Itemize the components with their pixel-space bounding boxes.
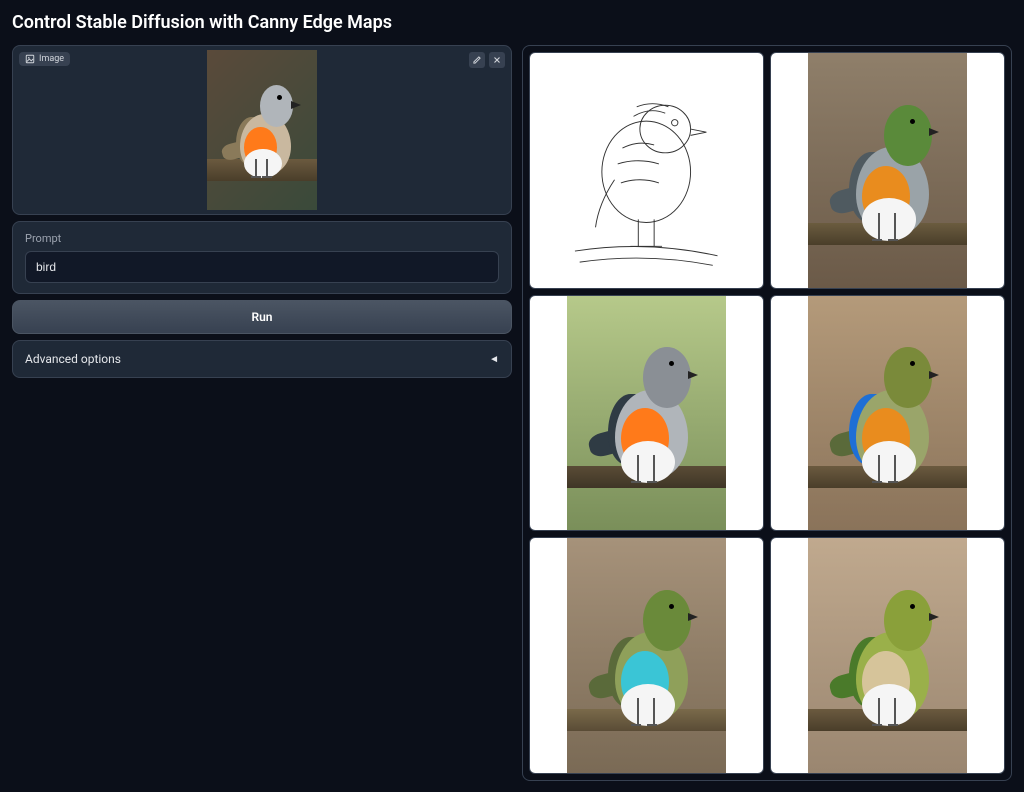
prompt-panel: Prompt <box>12 221 512 294</box>
input-image-preview[interactable] <box>207 50 317 210</box>
advanced-options-label: Advanced options <box>25 352 121 366</box>
left-column: Image <box>12 45 512 781</box>
prompt-label: Prompt <box>25 232 499 245</box>
gallery-item[interactable] <box>529 537 764 774</box>
main-layout: Image <box>12 45 1012 781</box>
image-icon <box>25 54 35 64</box>
close-icon <box>492 55 502 65</box>
gallery-item[interactable] <box>770 537 1005 774</box>
run-button[interactable]: Run <box>12 300 512 334</box>
gallery-item-edge-map[interactable] <box>529 52 764 289</box>
edge-map-svg <box>567 53 725 289</box>
advanced-options-toggle[interactable]: Advanced options ◄ <box>12 340 512 378</box>
edit-image-button[interactable] <box>469 52 485 68</box>
image-tag: Image <box>19 52 70 66</box>
gallery-item[interactable] <box>529 295 764 532</box>
output-gallery <box>522 45 1012 781</box>
gallery-item[interactable] <box>770 52 1005 289</box>
gallery-item[interactable] <box>770 295 1005 532</box>
image-tag-label: Image <box>39 54 64 64</box>
pencil-icon <box>472 55 482 65</box>
image-upload-panel[interactable]: Image <box>12 45 512 215</box>
prompt-input[interactable] <box>25 251 499 283</box>
collapse-icon: ◄ <box>489 354 499 365</box>
clear-image-button[interactable] <box>489 52 505 68</box>
page-title: Control Stable Diffusion with Canny Edge… <box>12 12 1012 33</box>
image-actions <box>469 52 505 68</box>
